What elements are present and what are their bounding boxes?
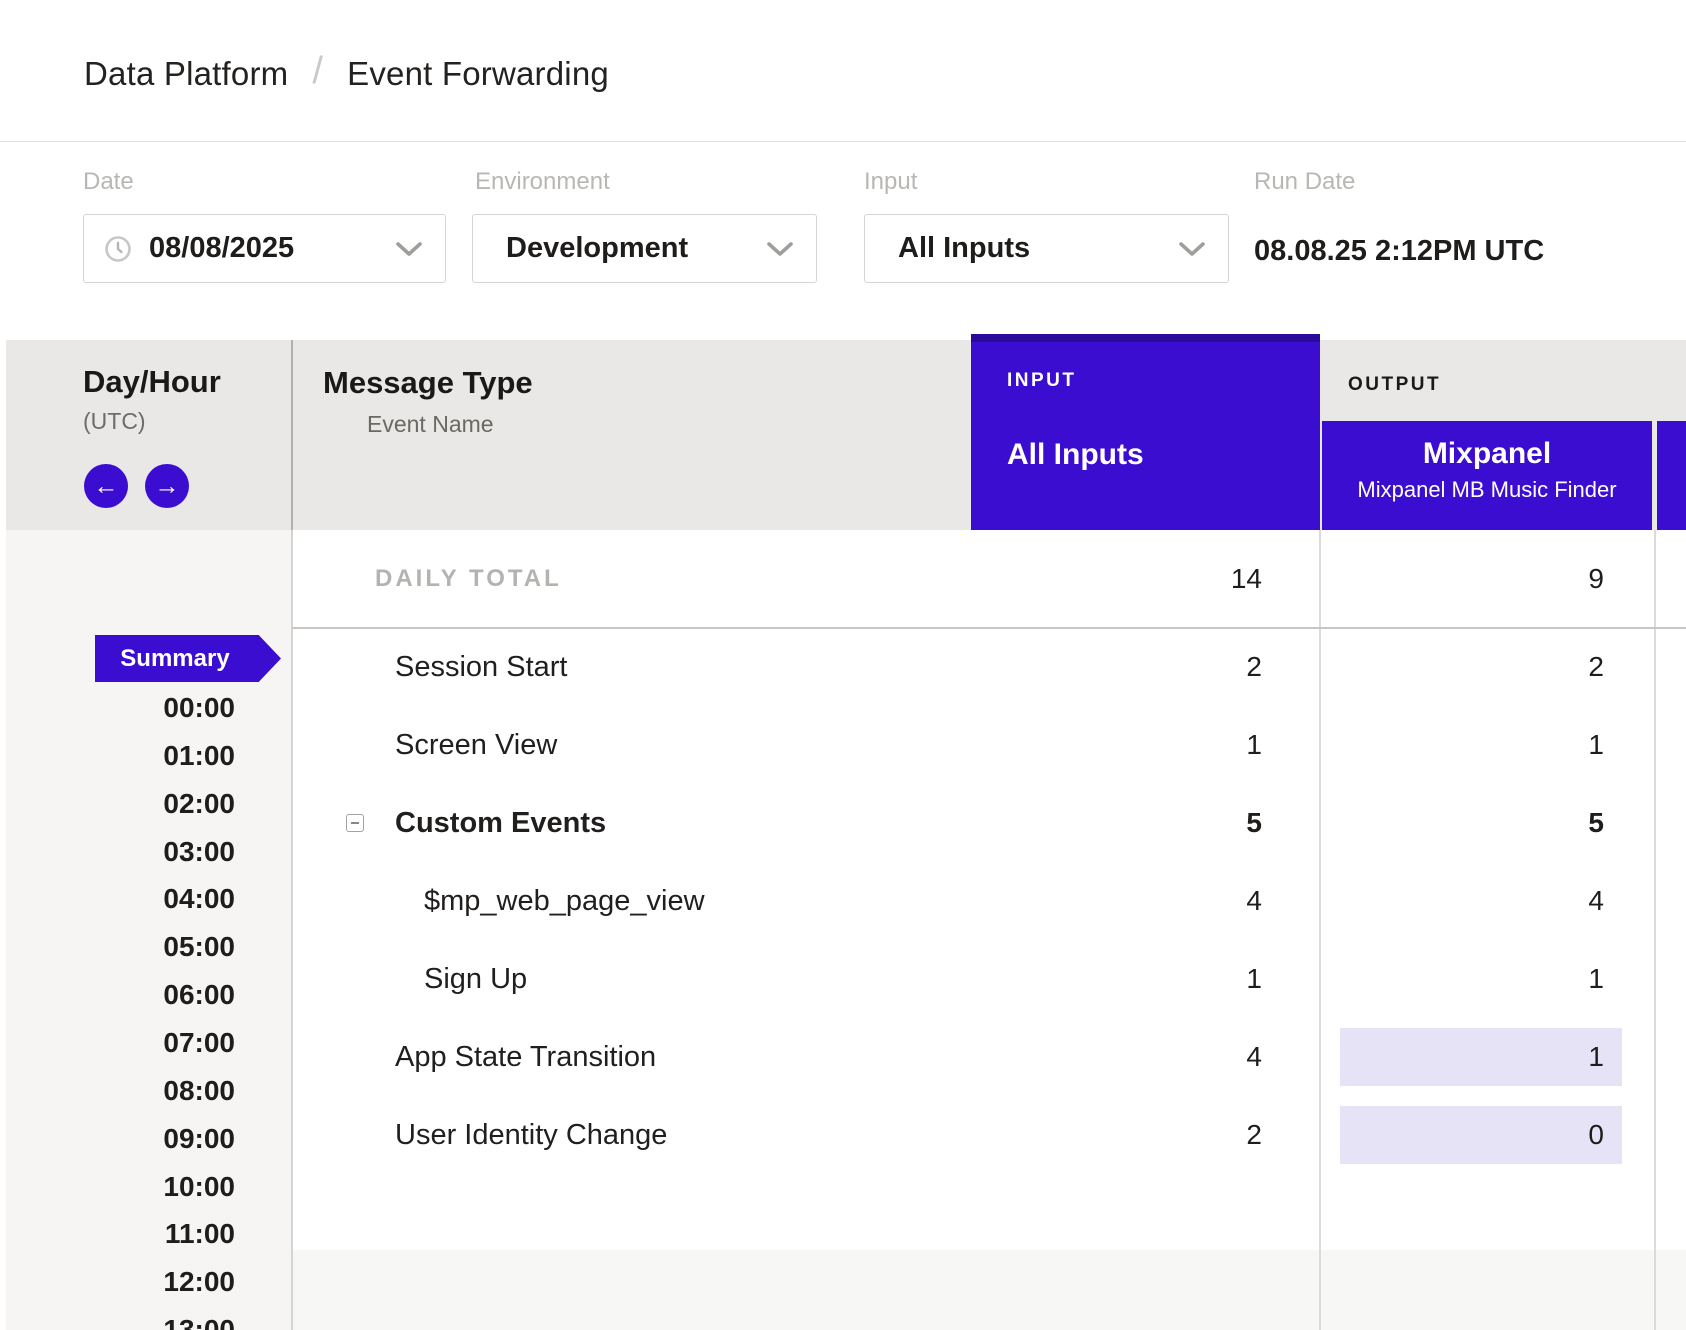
hour-row-label[interactable]: 00:00 — [163, 691, 235, 725]
date-select-value: 08/08/2025 — [149, 232, 294, 265]
daily-total-separator — [292, 627, 1686, 629]
output-count-cell: 2 — [1340, 638, 1622, 696]
hour-row-label[interactable]: 13:00 — [163, 1313, 235, 1330]
hour-row-label[interactable]: 02:00 — [163, 787, 235, 821]
sidebar-rows-divider — [291, 530, 293, 1330]
sidebar-header-divider — [291, 340, 293, 530]
hour-row-label[interactable]: 12:00 — [163, 1265, 235, 1299]
input-count-cell: 4 — [292, 872, 1262, 930]
hour-row-label[interactable]: 04:00 — [163, 882, 235, 916]
day-hour-column-title: Day/Hour — [83, 364, 221, 400]
output-count-cell: 5 — [1340, 794, 1622, 852]
output-count-cell: 0 — [1340, 1106, 1622, 1164]
table-row: Screen View11 — [292, 716, 1686, 774]
date-filter-label: Date — [83, 168, 134, 196]
event-forwarding-page: Data Platform / Event Forwarding Date En… — [0, 0, 1686, 1330]
day-hour-timezone: (UTC) — [83, 408, 146, 435]
table-row: Session Start22 — [292, 638, 1686, 696]
clock-icon — [104, 235, 132, 263]
hour-row-label[interactable]: 11:00 — [165, 1217, 235, 1251]
hour-row-label[interactable]: 03:00 — [163, 835, 235, 869]
daily-total-input-count: 14 — [292, 530, 1262, 628]
daily-total-row: DAILY TOTAL 14 9 — [292, 530, 1686, 628]
previous-day-button[interactable]: ← — [84, 464, 128, 508]
day-hour-sidebar: Summary 00:00 01:00 02:00 03:00 04:00 05:00 06… — [6, 530, 292, 1330]
input-count-cell: 1 — [292, 950, 1262, 1008]
daily-total-output-count: 9 — [1340, 530, 1622, 628]
input-count-cell: 2 — [292, 638, 1262, 696]
table-row: Sign Up11 — [292, 950, 1686, 1008]
counts-grid: DAILY TOTAL 14 9 Session Start22Screen V… — [292, 0, 1686, 1330]
input-count-cell: 4 — [292, 1028, 1262, 1086]
hour-row-label[interactable]: 01:00 — [163, 739, 235, 773]
table-footer-band — [292, 1250, 1686, 1330]
hour-row-label[interactable]: 08:00 — [163, 1074, 235, 1108]
output-count-cell: 1 — [1340, 716, 1622, 774]
arrow-right-icon: → — [155, 472, 180, 500]
table-row: $mp_web_page_view44 — [292, 872, 1686, 930]
hour-row-label[interactable]: 05:00 — [163, 930, 235, 964]
hour-row-label[interactable]: 10:00 — [163, 1170, 235, 1204]
hour-row-label[interactable]: 06:00 — [163, 978, 235, 1012]
arrow-left-icon: ← — [94, 472, 119, 500]
summary-row-badge[interactable]: Summary — [95, 635, 281, 682]
input-count-cell: 2 — [292, 1106, 1262, 1164]
output-column-divider — [1654, 530, 1656, 1330]
table-row: Custom Events55 — [292, 794, 1686, 852]
input-count-cell: 1 — [292, 716, 1262, 774]
input-column-divider — [1319, 530, 1321, 1330]
input-count-cell: 5 — [292, 794, 1262, 852]
output-count-cell: 4 — [1340, 872, 1622, 930]
table-row: User Identity Change20 — [292, 1106, 1686, 1164]
breadcrumb-parent[interactable]: Data Platform — [84, 55, 288, 93]
table-row: App State Transition41 — [292, 1028, 1686, 1086]
hour-row-label[interactable]: 09:00 — [163, 1122, 235, 1156]
output-count-cell: 1 — [1340, 1028, 1622, 1086]
hour-row-label[interactable]: 07:00 — [163, 1026, 235, 1060]
next-day-button[interactable]: → — [145, 464, 189, 508]
output-count-cell: 1 — [1340, 950, 1622, 1008]
